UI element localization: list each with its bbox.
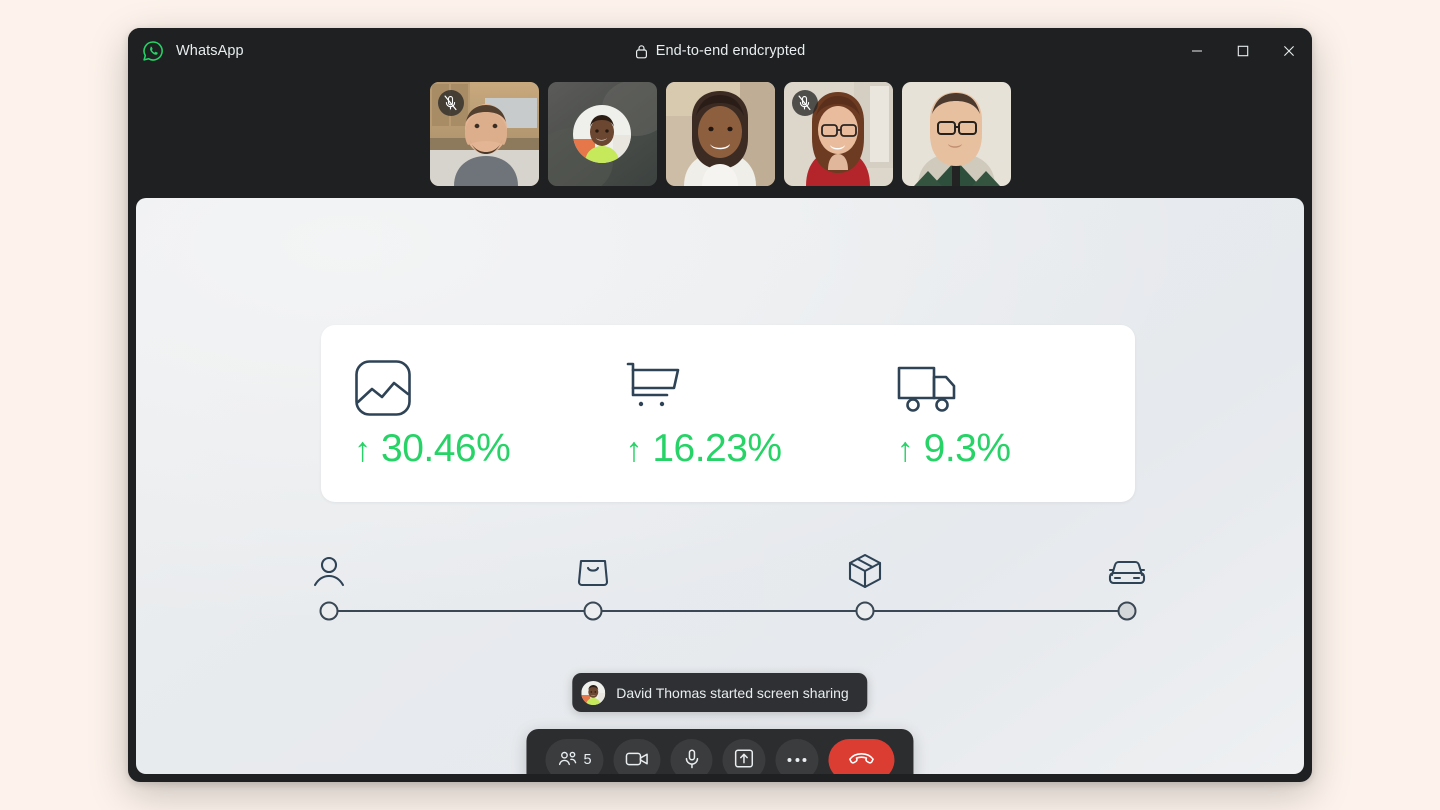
end-call-button[interactable] [828, 739, 895, 774]
trend-up-arrow-icon: ↑ [625, 431, 643, 469]
metric-value: 16.23% [652, 427, 782, 470]
trend-up-arrow-icon: ↑ [354, 431, 371, 469]
participant-tile-4[interactable] [783, 82, 893, 186]
timeline-track [329, 610, 1127, 612]
participant-tile-5[interactable] [901, 82, 1011, 186]
lock-icon [635, 44, 648, 59]
chart-frame-icon [354, 359, 592, 417]
camera-button[interactable] [613, 739, 661, 774]
toast-message: David Thomas started screen sharing [616, 684, 849, 701]
microphone-button[interactable] [670, 739, 713, 774]
participant-tile-2[interactable] [547, 82, 657, 186]
participant-tile-1[interactable] [429, 82, 539, 186]
order-progress-timeline [313, 548, 1146, 648]
people-icon [557, 750, 577, 771]
participant-tile-3[interactable] [665, 82, 775, 186]
timeline-node-car[interactable] [1117, 601, 1137, 621]
whatsapp-logo-icon [142, 40, 164, 62]
share-screen-button[interactable] [722, 739, 766, 774]
call-controls-bar: 5 [526, 729, 914, 774]
shopping-bag-icon [576, 555, 610, 594]
app-brand: WhatsApp [142, 40, 244, 62]
mic-off-icon [437, 90, 464, 116]
app-title: WhatsApp [176, 43, 244, 59]
encryption-indicator: End-to-end endcrypted [128, 28, 1312, 74]
package-box-icon [847, 553, 883, 594]
encryption-text: End-to-end endcrypted [655, 43, 806, 59]
participant-filmstrip [128, 74, 1312, 194]
close-button[interactable] [1266, 28, 1312, 74]
trend-up-arrow-icon: ↑ [896, 431, 914, 469]
delivery-truck-icon [897, 359, 1135, 417]
more-options-icon [787, 758, 807, 762]
metric-delivery: ↑ 9.3% [864, 359, 1135, 468]
avatar-icon [573, 105, 631, 163]
metric-value: 30.46% [381, 427, 511, 470]
end-call-icon [849, 752, 875, 769]
timeline-node-package[interactable] [855, 601, 875, 621]
window-controls [1174, 28, 1312, 74]
timeline-node-person[interactable] [319, 601, 339, 621]
car-icon [1108, 559, 1146, 594]
whatsapp-window: WhatsApp End-to-end endcrypted ↑ 30.46% … [128, 28, 1312, 782]
microphone-icon [684, 748, 699, 772]
metric-value: 9.3% [923, 427, 1011, 470]
mic-off-icon [791, 90, 818, 116]
share-screen-icon [734, 749, 754, 771]
minimize-button[interactable] [1174, 28, 1220, 74]
more-options-button[interactable] [775, 739, 819, 774]
shopping-cart-icon [625, 359, 863, 417]
timeline-node-bag[interactable] [583, 601, 603, 621]
metrics-card: ↑ 30.46% ↑ 16.23% ↑ 9.3% [321, 325, 1135, 502]
metric-conversion: ↑ 30.46% [321, 359, 592, 468]
video-camera-icon [625, 751, 649, 770]
person-icon [312, 555, 346, 594]
metric-cart: ↑ 16.23% [592, 359, 863, 468]
title-bar: WhatsApp End-to-end endcrypted [128, 28, 1312, 74]
screen-share-toast: David Thomas started screen sharing [572, 673, 868, 712]
maximize-button[interactable] [1220, 28, 1266, 74]
participants-button[interactable]: 5 [545, 739, 604, 774]
screen-share-stage: ↑ 30.46% ↑ 16.23% ↑ 9.3% David Thomas st… [136, 198, 1304, 774]
avatar-icon [581, 680, 606, 705]
participants-count: 5 [583, 752, 592, 768]
